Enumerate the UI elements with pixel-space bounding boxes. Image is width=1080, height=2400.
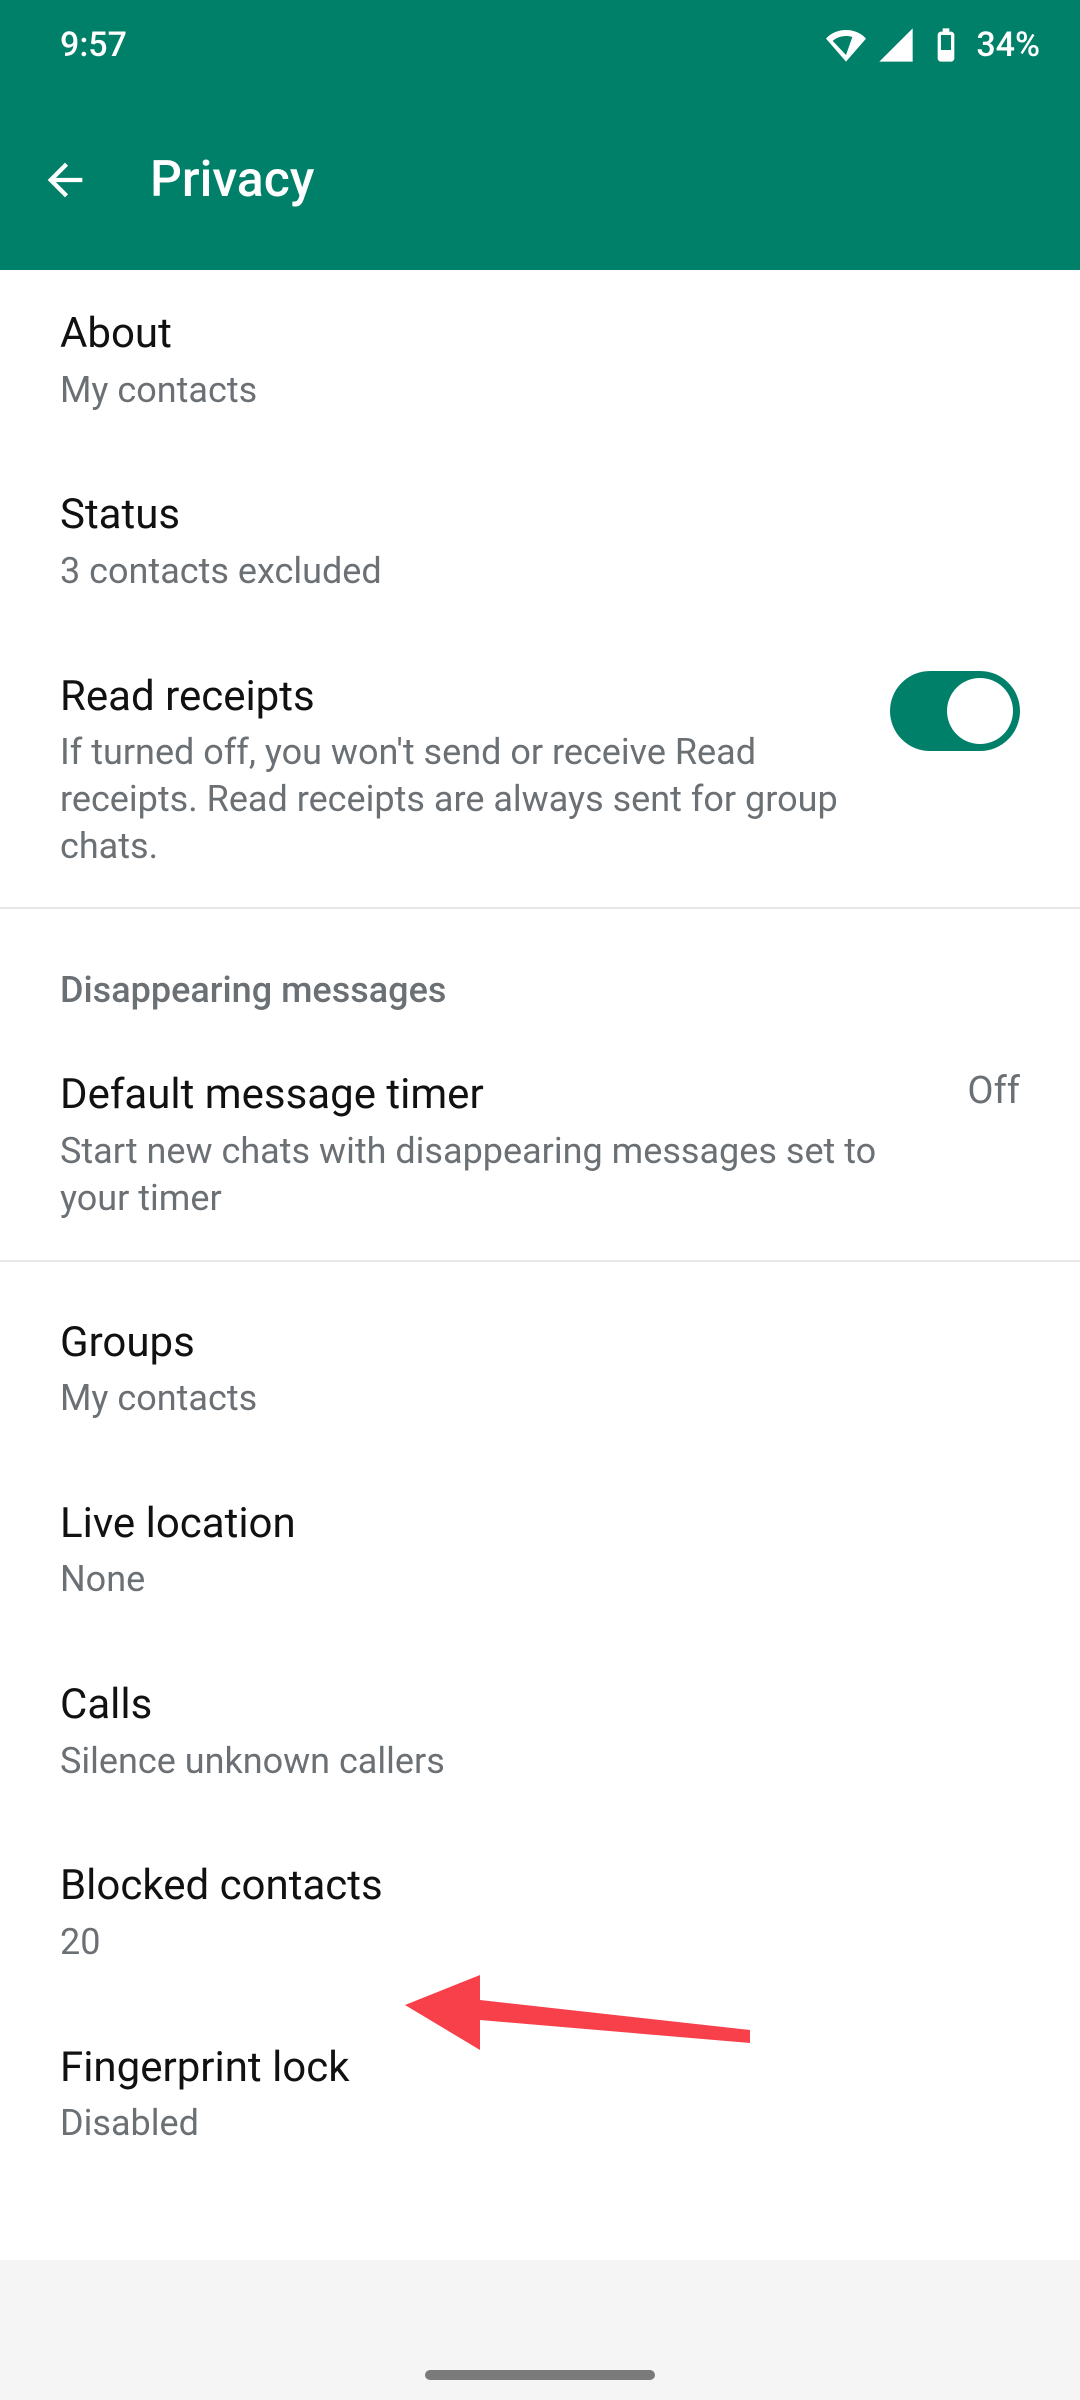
live-location-sub: None [60,1556,1020,1603]
fingerprint-lock-item[interactable]: Fingerprint lock Disabled [0,2004,1080,2185]
default-timer-value: Off [967,1069,1020,1113]
about-sub: My contacts [60,367,1020,414]
status-icons: 34% [826,25,1040,65]
read-receipts-title: Read receipts [60,671,850,724]
live-location-title: Live location [60,1498,1020,1551]
default-timer-item[interactable]: Default message timer Start new chats wi… [0,1031,1080,1259]
about-title: About [60,308,1020,361]
read-receipts-sub: If turned off, you won't send or receive… [60,729,850,869]
fingerprint-lock-sub: Disabled [60,2100,1020,2147]
default-timer-sub: Start new chats with disappearing messag… [60,1128,927,1222]
status-bar: 9:57 34% [0,0,1080,90]
groups-item[interactable]: Groups My contacts [0,1262,1080,1460]
status-sub: 3 contacts excluded [60,548,1020,595]
calls-title: Calls [60,1679,1020,1732]
battery-percent: 34% [976,25,1040,65]
blocked-contacts-sub: 20 [60,1919,1020,1966]
toggle-knob [947,678,1013,744]
about-item[interactable]: About My contacts [0,270,1080,451]
signal-icon [876,25,916,65]
battery-icon [926,25,966,65]
blocked-contacts-title: Blocked contacts [60,1860,1020,1913]
live-location-item[interactable]: Live location None [0,1460,1080,1641]
fingerprint-lock-title: Fingerprint lock [60,2042,1020,2095]
status-time: 9:57 [60,25,127,65]
wifi-icon [826,25,866,65]
nav-handle[interactable] [425,2370,655,2380]
page-title: Privacy [150,151,314,209]
groups-title: Groups [60,1317,1020,1370]
status-title: Status [60,489,1020,542]
blocked-contacts-item[interactable]: Blocked contacts 20 [0,1822,1080,2003]
read-receipts-item[interactable]: Read receipts If turned off, you won't s… [0,633,1080,908]
arrow-back-icon [39,154,91,206]
status-item[interactable]: Status 3 contacts excluded [0,451,1080,632]
section-disappearing: Disappearing messages [0,909,1080,1031]
app-bar: Privacy [0,90,1080,270]
calls-sub: Silence unknown callers [60,1738,1020,1785]
default-timer-title: Default message timer [60,1069,927,1122]
settings-list: About My contacts Status 3 contacts excl… [0,270,1080,2185]
read-receipts-toggle[interactable] [890,671,1020,751]
back-button[interactable] [30,145,100,215]
calls-item[interactable]: Calls Silence unknown callers [0,1641,1080,1822]
groups-sub: My contacts [60,1375,1020,1422]
